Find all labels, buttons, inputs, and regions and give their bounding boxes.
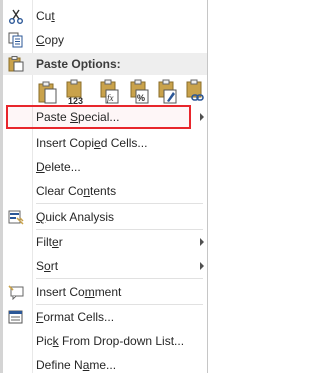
submenu-arrow-icon [200,262,204,270]
menu-item-label: Clear Contents [36,184,117,198]
menu-item-clear-contents[interactable]: Clear Contents [3,179,207,203]
scissors-icon [7,8,25,24]
comment-icon [7,284,25,301]
menu-item-label: Filter [36,235,63,249]
paste-link-icon[interactable] [185,79,207,105]
svg-text:123: 123 [68,96,83,105]
menu-item-label: Sort [36,259,59,273]
menu-item-label: Pick From Drop-down List... [36,334,185,348]
menu-item-copy[interactable]: Copy [3,28,207,52]
paste-icon[interactable] [37,79,59,105]
paste-formulas-icon[interactable]: fx [99,79,121,105]
menu-item-paste-special[interactable]: Paste Special... [3,105,207,129]
menu-item-define-name[interactable]: Define Name... [3,353,207,377]
menu-item-format-cells[interactable]: Format Cells... [3,305,207,329]
context-menu: Cut Copy Paste Options: 123 fx % Paste S… [3,0,208,373]
menu-item-quick-analysis[interactable]: Quick Analysis [3,205,207,229]
submenu-arrow-icon [200,238,204,246]
submenu-arrow-icon [200,113,204,121]
paste-values-icon[interactable]: 123 [65,79,87,106]
paste-formulas-number-format-icon[interactable]: % [129,79,151,105]
menu-item-insert-comment[interactable]: Insert Comment [3,280,207,304]
menu-item-label: Paste Special... [36,110,120,124]
menu-item-label: Copy [36,33,65,47]
menu-item-label: Format Cells... [36,310,115,324]
format-cells-icon [7,309,25,325]
menu-item-insert-copied-cells[interactable]: Insert Copied Cells... [3,131,207,155]
paste-options-header: Paste Options: [3,53,207,75]
menu-item-label: Insert Comment [36,285,122,299]
menu-item-label: Define Name... [36,358,117,372]
menu-item-label: Quick Analysis [36,210,115,224]
menu-item-label: Cut [36,9,55,23]
paste-options-label: Paste Options: [36,57,121,71]
menu-item-sort[interactable]: Sort [3,254,207,278]
menu-item-label: Delete... [36,160,81,174]
menu-item-filter[interactable]: Filter [3,230,207,254]
svg-text:%: % [137,93,145,103]
menu-item-cut[interactable]: Cut [3,4,207,28]
menu-item-pick-from-list[interactable]: Pick From Drop-down List... [3,329,207,353]
paste-keep-source-formatting-icon[interactable] [157,79,179,105]
quick-analysis-icon [7,209,25,225]
svg-text:fx: fx [107,93,114,103]
menu-separator [36,203,203,204]
menu-item-delete[interactable]: Delete... [3,155,207,179]
paste-clipboard-icon [7,56,25,72]
menu-separator [36,278,203,279]
copy-icon [7,32,25,48]
menu-item-label: Insert Copied Cells... [36,136,148,150]
